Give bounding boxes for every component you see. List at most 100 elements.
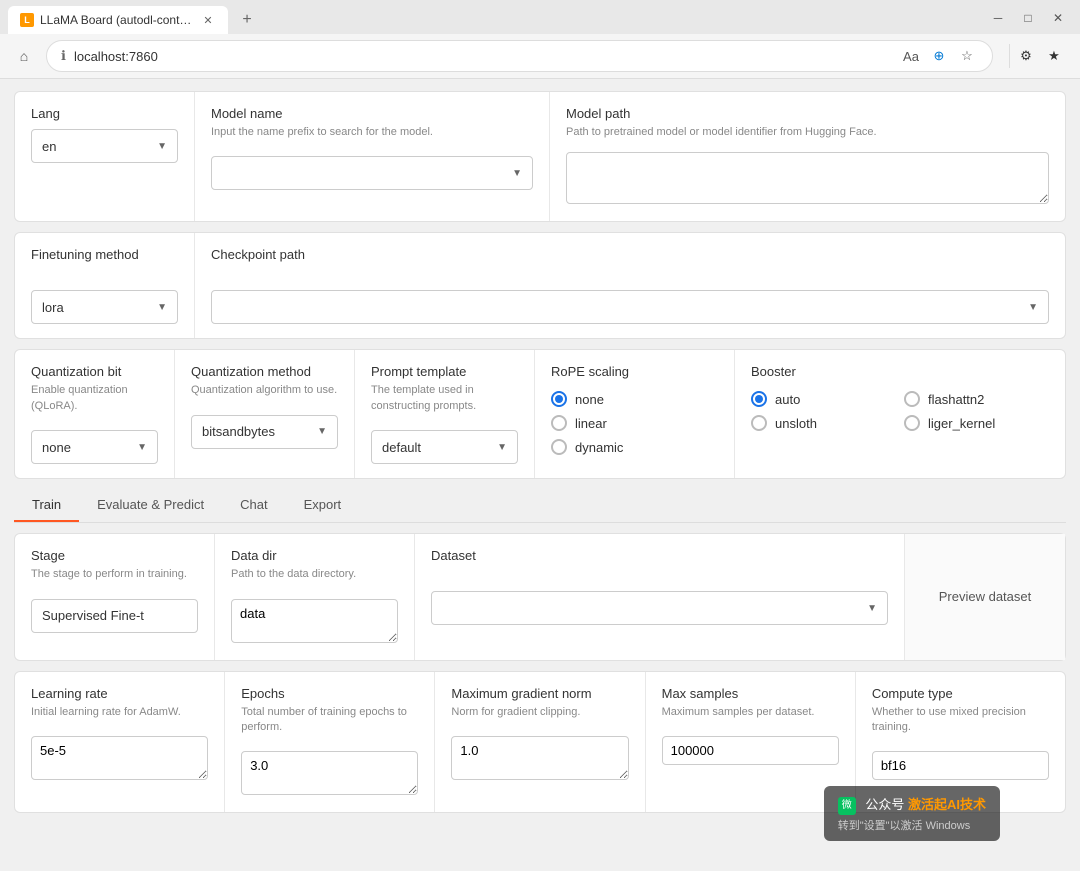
read-aloud-icon[interactable]: Aa <box>900 45 922 67</box>
rope-dynamic-label: dynamic <box>575 440 623 455</box>
rope-linear-option[interactable]: linear <box>551 415 718 431</box>
data-dir-textarea[interactable] <box>231 599 398 643</box>
close-window-button[interactable]: ✕ <box>1044 7 1072 29</box>
new-tab-button[interactable]: + <box>234 7 260 33</box>
prompt-template-field: Prompt template The template used in con… <box>371 364 518 464</box>
rope-dynamic-option[interactable]: dynamic <box>551 439 718 455</box>
model-path-label: Model path <box>566 106 1049 121</box>
learning-rate-section: Learning rate Initial learning rate for … <box>15 672 225 813</box>
booster-liger-radio[interactable] <box>904 415 920 431</box>
watermark-sub: 转到"设置"以激活 Windows <box>838 817 986 833</box>
finetuning-label: Finetuning method <box>31 247 178 262</box>
quant-method-hint: Quantization algorithm to use. <box>191 383 338 398</box>
quant-bit-control: none ▼ <box>31 422 158 464</box>
tab-evaluate[interactable]: Evaluate & Predict <box>79 489 222 522</box>
model-name-control: ▼ <box>211 148 533 190</box>
max-samples-input[interactable] <box>662 736 839 765</box>
booster-label: Booster <box>751 364 1049 379</box>
home-button[interactable]: ⌂ <box>10 42 38 70</box>
model-name-field: Model name Input the name prefix to sear… <box>211 106 533 190</box>
dataset-control: ▼ <box>431 571 888 625</box>
lang-field: Lang en ▼ <box>31 106 178 163</box>
booster-liger-option[interactable]: liger_kernel <box>904 415 1049 431</box>
booster-unsloth-radio[interactable] <box>751 415 767 431</box>
epochs-section: Epochs Total number of training epochs t… <box>225 672 435 813</box>
lang-section: Lang en ▼ <box>15 92 195 221</box>
rope-linear-radio[interactable] <box>551 415 567 431</box>
finetuning-section: Finetuning method lora ▼ <box>15 233 195 338</box>
checkpoint-select[interactable]: ▼ <box>211 290 1049 324</box>
quant-bit-label: Quantization bit <box>31 364 158 379</box>
quant-bit-section: Quantization bit Enable quantization (QL… <box>15 350 175 478</box>
stage-section: Stage The stage to perform in training. … <box>15 534 215 659</box>
finetuning-select[interactable]: lora ▼ <box>31 290 178 324</box>
address-bar-icons: Aa ⊕ ☆ <box>900 45 978 67</box>
train-card: Stage The stage to perform in training. … <box>14 533 1066 660</box>
booster-auto-option[interactable]: auto <box>751 391 896 407</box>
extensions-icon[interactable]: ★ <box>1042 44 1066 68</box>
rope-scaling-label: RoPE scaling <box>551 364 718 379</box>
prompt-template-select[interactable]: default ▼ <box>371 430 518 464</box>
data-dir-control <box>231 591 398 646</box>
rope-none-radio[interactable] <box>551 391 567 407</box>
compute-type-field: Compute type Whether to use mixed precis… <box>872 686 1049 781</box>
lang-control: en ▼ <box>31 129 178 163</box>
epochs-textarea[interactable] <box>241 751 418 795</box>
quant-method-value: bitsandbytes <box>202 424 275 439</box>
quant-bit-field: Quantization bit Enable quantization (QL… <box>31 364 158 464</box>
booster-unsloth-option[interactable]: unsloth <box>751 415 896 431</box>
checkpoint-arrow-icon: ▼ <box>1028 302 1038 313</box>
finetuning-field: Finetuning method lora ▼ <box>31 247 178 324</box>
booster-auto-radio[interactable] <box>751 391 767 407</box>
booster-unsloth-label: unsloth <box>775 416 817 431</box>
max-gradient-norm-section: Maximum gradient norm Norm for gradient … <box>435 672 645 813</box>
tab-chat[interactable]: Chat <box>222 489 285 522</box>
url-box[interactable]: ℹ localhost:7860 Aa ⊕ ☆ <box>46 40 993 72</box>
quant-bit-select[interactable]: none ▼ <box>31 430 158 464</box>
quant-method-arrow-icon: ▼ <box>317 426 327 437</box>
model-name-hint: Input the name prefix to search for the … <box>211 125 533 140</box>
quant-bit-hint: Enable quantization (QLoRA). <box>31 383 158 414</box>
data-dir-hint: Path to the data directory. <box>231 567 398 582</box>
tab-close-btn[interactable]: ✕ <box>200 12 216 28</box>
learning-rate-hint: Initial learning rate for AdamW. <box>31 705 208 720</box>
epochs-hint: Total number of training epochs to perfo… <box>241 705 418 736</box>
dataset-select[interactable]: ▼ <box>431 591 888 625</box>
lang-select[interactable]: en ▼ <box>31 129 178 163</box>
rope-scaling-options: none linear dynamic <box>551 391 718 455</box>
preview-dataset-button[interactable]: Preview dataset <box>939 589 1032 604</box>
model-name-select[interactable]: ▼ <box>211 156 533 190</box>
stage-select[interactable]: Supervised Fine-t <box>31 599 198 633</box>
max-samples-control <box>662 728 839 765</box>
max-gradient-norm-textarea[interactable] <box>451 736 628 780</box>
quant-method-control: bitsandbytes ▼ <box>191 407 338 449</box>
model-path-textarea[interactable] <box>566 152 1049 204</box>
data-dir-field: Data dir Path to the data directory. <box>231 548 398 645</box>
minimize-button[interactable]: ─ <box>984 7 1012 29</box>
booster-flashattn2-option[interactable]: flashattn2 <box>904 391 1049 407</box>
checkpoint-control: ▼ <box>211 270 1049 324</box>
lang-value: en <box>42 139 56 154</box>
rope-dynamic-radio[interactable] <box>551 439 567 455</box>
compute-type-label: Compute type <box>872 686 1049 701</box>
max-gradient-norm-label: Maximum gradient norm <box>451 686 628 701</box>
favorites-icon[interactable]: ☆ <box>956 45 978 67</box>
learning-rate-textarea[interactable] <box>31 736 208 780</box>
rope-linear-label: linear <box>575 416 607 431</box>
quant-bit-arrow-icon: ▼ <box>137 442 147 453</box>
compute-type-input[interactable] <box>872 751 1049 780</box>
quant-method-select[interactable]: bitsandbytes ▼ <box>191 415 338 449</box>
booster-flashattn2-radio[interactable] <box>904 391 920 407</box>
max-gradient-norm-hint: Norm for gradient clipping. <box>451 705 628 720</box>
maximize-button[interactable]: □ <box>1014 7 1042 29</box>
edge-logo-icon: ⊕ <box>928 45 950 67</box>
settings-icon[interactable]: ⚙ <box>1014 44 1038 68</box>
active-tab[interactable]: L LLaMA Board (autodl-container-2 ✕ <box>8 6 228 34</box>
rope-none-option[interactable]: none <box>551 391 718 407</box>
dataset-label: Dataset <box>431 548 888 563</box>
lang-label: Lang <box>31 106 178 121</box>
data-dir-label: Data dir <box>231 548 398 563</box>
max-gradient-norm-control <box>451 728 628 783</box>
tab-export[interactable]: Export <box>286 489 360 522</box>
tab-train[interactable]: Train <box>14 489 79 522</box>
